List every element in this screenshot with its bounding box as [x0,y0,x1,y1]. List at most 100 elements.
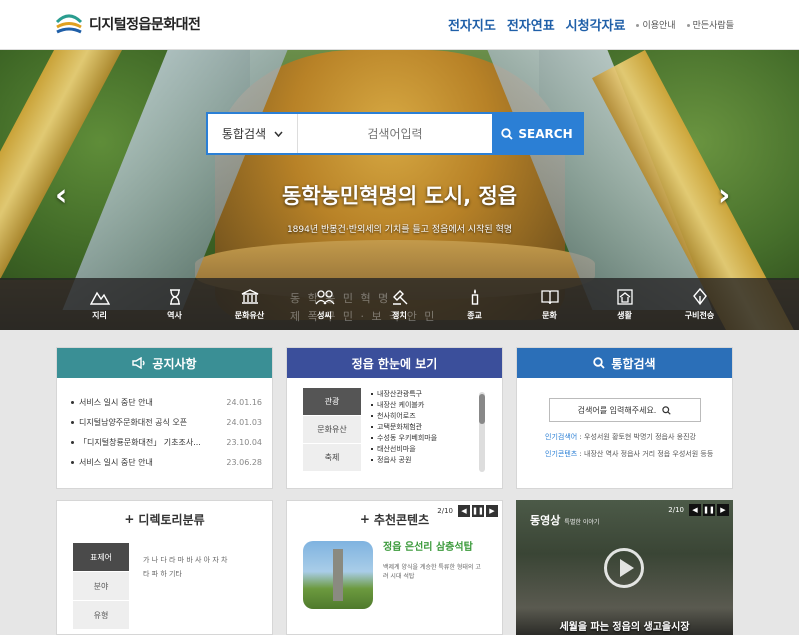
notice-header[interactable]: 공지사항 [57,348,272,378]
search-icon [501,127,514,140]
integrated-search-header: 통합검색 [517,348,732,378]
list-item[interactable]: 디지털남양주문화대전 공식 오픈 24.01.03 [71,412,262,432]
notice-item-date: 24.01.16 [226,397,262,407]
list-item[interactable]: 서비스 일시 중단 안내 23.06.28 [71,452,262,472]
category-label: 문화 [542,310,557,320]
category-geography[interactable]: 지리 [62,278,137,330]
hero-watermark-line-2: 제 폭 구 민 · 보 국 안 민 [290,310,437,323]
top-nav: 전자지도 전자연표 시청각자료 이용안내 만든사람들 [448,15,734,34]
list-item[interactable]: 정읍사 공원 [371,454,471,465]
search-icon [662,405,672,415]
glance-tabs: 관광 문화유산 축제 [303,388,361,472]
tab-headword[interactable]: 표제어 [73,543,129,572]
tab-type[interactable]: 유형 [73,601,129,630]
directory-tabs: 표제어 분야 유형 [73,543,129,630]
tab-heritage[interactable]: 문화유산 [303,416,361,444]
category-culture[interactable]: 문화 [512,278,587,330]
category-history[interactable]: 역사 [137,278,212,330]
list-item[interactable]: 천사히어로즈 [371,410,471,421]
notice-item-title: 서비스 일시 중단 안내 [71,397,153,408]
index-letters[interactable]: 가 나 다 라 마 바 사 아 자 차 타 파 하 기타 [129,543,229,630]
hero-watermark: 동 학 농 민 혁 명 제 폭 구 민 · 보 국 안 민 [290,290,436,326]
plus-icon: + [359,512,370,526]
list-item[interactable]: 내장산관광특구 [371,388,471,399]
video-label: 동영상 특별한 이야기 [530,512,599,528]
hero-headline: 동학농민혁명의 도시, 정읍 [281,184,518,208]
category-oral-tradition[interactable]: 구비전승 [662,278,737,330]
tab-field[interactable]: 분야 [73,572,129,601]
next-button[interactable]: ▶ [717,504,729,516]
popular-search-row: 인기검색어 : 우성서원 황토현 박명기 정읍사 옹진강 [545,433,696,441]
video-caption: 세월을 파는 정읍의 생고을시장 [559,622,690,633]
chevron-down-icon [274,131,283,137]
search-bar: 통합검색 SEARCH [206,112,584,155]
list-item[interactable]: 「디지털창룡문화대전」 기초조사... 23.10.04 [71,432,262,452]
category-label: 문화유산 [234,310,265,320]
list-item[interactable]: 내장산 케이블카 [371,399,471,410]
link-credits-label: 만든사람들 [692,21,734,31]
recommend-text: 정읍 은선리 삼층석탑 백제계 양식을 계승한 특류한 형태의 고려 시대 석탑 [383,541,483,609]
house-icon [616,288,633,305]
pause-button[interactable]: ❚❚ [703,504,715,516]
prev-button[interactable]: ◀ [689,504,701,516]
category-label: 구비전승 [684,310,715,320]
list-item[interactable]: 태산선비마을 [371,443,471,454]
integrated-search-placeholder: 검색어를 입력해주세요. [577,405,657,415]
search-input[interactable] [298,114,492,153]
tab-festival[interactable]: 축제 [303,444,361,472]
notice-item-date: 24.01.03 [226,417,262,427]
video-panel[interactable]: 2/10 ◀ ❚❚ ▶ 동영상 특별한 이야기 세월을 파는 정읍의 생고을시장 [516,500,733,635]
popular-content-values[interactable]: 내장산 역사 정읍사 거리 정읍 우성서원 등등 [584,450,713,458]
glance-scrollbar[interactable] [479,392,485,472]
nav-electronic-chronology[interactable]: 전자연표 [507,15,555,34]
category-religion[interactable]: 종교 [437,278,512,330]
megaphone-icon [132,357,146,369]
plus-icon: + [124,512,135,526]
nav-electronic-map[interactable]: 전자지도 [448,15,496,34]
search-button[interactable]: SEARCH [492,114,582,153]
tab-tourism[interactable]: 관광 [303,388,361,416]
directory-panel: + 디렉토리분류 표제어 분야 유형 가 나 다 라 마 바 사 아 자 차 타… [56,500,273,635]
integrated-search-input[interactable]: 검색어를 입력해주세요. [548,398,701,422]
glance-title: 정읍 한눈에 보기 [351,356,438,371]
candle-icon [471,288,478,305]
logo-mark-icon [55,14,83,34]
nav-audiovisual[interactable]: 시청각자료 [566,15,626,34]
page-indicator: 2/10 [668,506,684,514]
video-pager: 2/10 ◀ ❚❚ ▶ [668,504,729,516]
recommend-title: 추천콘텐츠 [373,512,430,527]
list-item[interactable]: 서비스 일시 중단 안내 24.01.16 [71,392,262,412]
integrated-search-panel: 통합검색 검색어를 입력해주세요. 인기검색어 : 우성서원 황토현 박명기 정… [516,347,733,489]
list-item[interactable]: 수성동 우키베희마을 [371,432,471,443]
site-logo[interactable]: 디지털정읍문화대전 [55,12,201,36]
video-label-text: 동영상 [530,514,561,527]
category-life[interactable]: 생활 [587,278,662,330]
notice-item-title: 「디지털창룡문화대전」 기초조사... [71,437,201,448]
glance-panel: 정읍 한눈에 보기 관광 문화유산 축제 내장산관광특구 내장산 케이블카 천사… [286,347,503,489]
integrated-search-title: 통합검색 [611,356,656,371]
prev-button[interactable]: ◀ [458,505,470,517]
hero-watermark-line-1: 동 학 농 민 혁 명 [290,292,391,305]
hero-banner: 통합검색 SEARCH ‹ › 동학농민혁명의 도시, 정읍 1894년 반봉건… [0,50,799,330]
popular-content-label: 인기콘텐츠 [545,450,578,458]
category-heritage[interactable]: 문화유산 [212,278,287,330]
recommend-item-title: 정읍 은선리 삼층석탑 [383,542,473,553]
link-usage-guide[interactable]: 이용안내 [636,18,676,31]
popular-search-values[interactable]: 우성서원 황토현 박명기 정읍사 옹진강 [584,433,696,441]
recommend-item[interactable]: 정읍 은선리 삼층석탑 백제계 양식을 계승한 특류한 형태의 고려 시대 석탑 [287,537,502,609]
next-button[interactable]: ▶ [486,505,498,517]
glance-list: 내장산관광특구 내장산 케이블카 천사히어로즈 고택문화체험관 수성동 우키베희… [361,388,471,472]
glance-header: 정읍 한눈에 보기 [287,348,502,378]
popular-content-row: 인기콘텐츠 : 내장산 역사 정읍사 거리 정읍 우성서원 등등 [545,450,714,458]
recommend-item-desc: 백제계 양식을 계승한 특류한 형태의 고려 시대 석탑 [383,564,481,580]
popular-keywords: 인기검색어 : 우성서원 황토현 박명기 정읍사 옹진강 인기콘텐츠 : 내장산… [517,422,732,460]
link-usage-guide-label: 이용안내 [642,21,676,31]
link-credits[interactable]: 만든사람들 [686,18,734,31]
book-icon [540,289,559,304]
search-type-select[interactable]: 통합검색 [208,114,298,153]
temple-icon [241,288,258,304]
list-item[interactable]: 고택문화체험관 [371,421,471,432]
category-label: 생활 [617,310,632,320]
pause-button[interactable]: ❚❚ [472,505,484,517]
play-icon[interactable] [604,548,644,588]
